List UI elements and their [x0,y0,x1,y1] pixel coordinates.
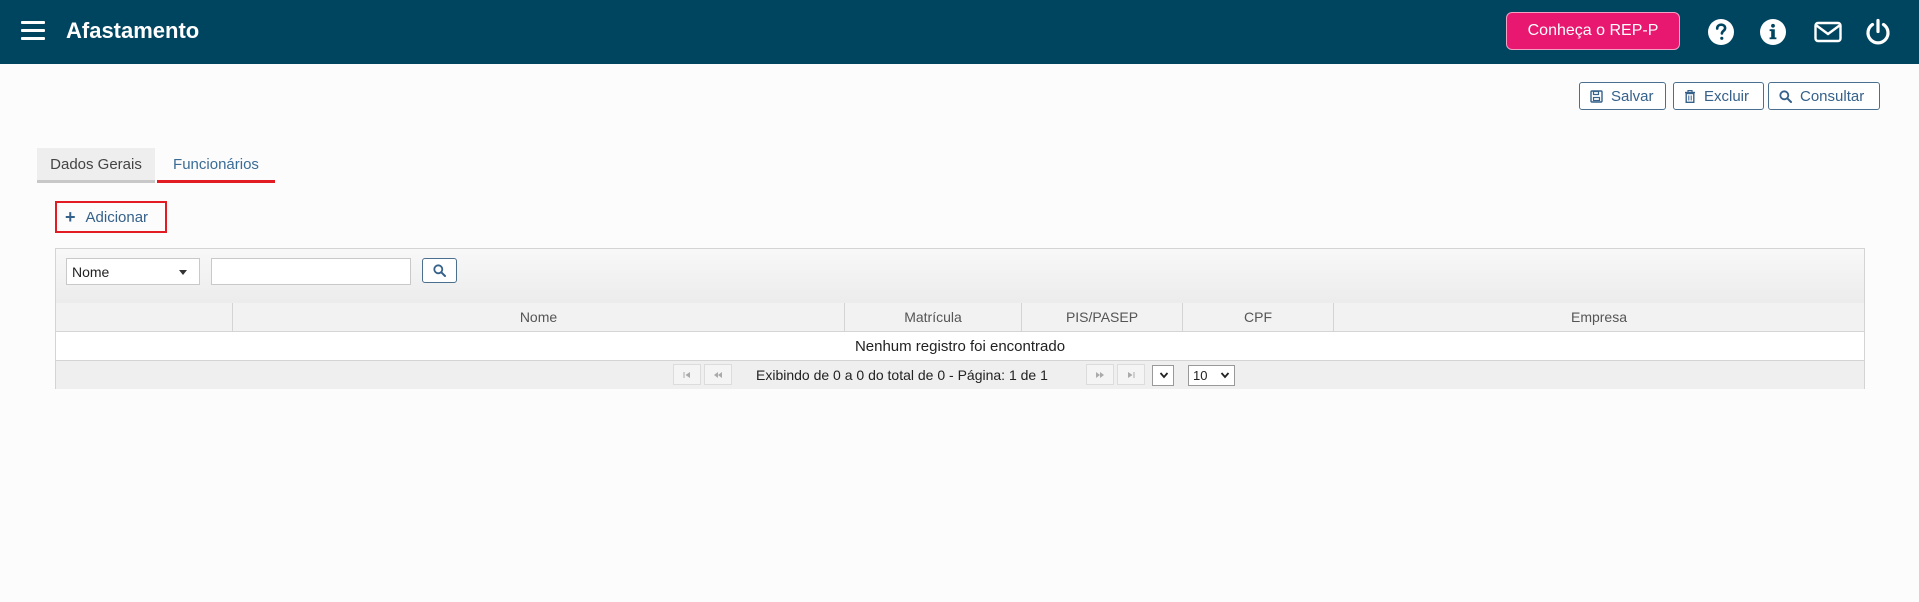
mail-icon[interactable] [1813,17,1843,47]
add-button[interactable]: + Adicionar [55,201,167,233]
column-header-select[interactable] [56,303,232,331]
query-label: Consultar [1800,87,1865,105]
filter-field-value: Nome [72,263,110,280]
first-page-button[interactable] [673,364,701,385]
delete-label: Excluir [1704,87,1750,105]
help-icon[interactable] [1706,17,1736,47]
next-page-icon [1096,371,1104,378]
filter-field-select[interactable]: Nome [66,258,200,285]
plus-icon: + [65,206,76,227]
column-header-pis-pasep[interactable]: PIS/PASEP [1021,303,1182,331]
empty-message: Nenhum registro foi encontrado [854,337,1066,355]
last-page-icon [1128,371,1135,378]
column-header-nome[interactable]: Nome [232,303,844,331]
info-icon[interactable] [1758,17,1788,47]
column-header-empresa[interactable]: Empresa [1333,303,1864,331]
chevron-down-icon [1220,372,1230,379]
next-page-button[interactable] [1086,364,1114,385]
caret-down-icon [179,270,187,275]
first-page-icon [683,371,690,378]
search-icon [1779,89,1792,103]
page-title: Afastamento [66,18,200,43]
menu-icon[interactable] [21,21,45,41]
search-icon [433,264,446,277]
paginator-summary: Exibindo de 0 a 0 do total de 0 - Página… [756,367,1048,383]
save-label: Salvar [1611,87,1654,105]
top-bar: Afastamento Conheça o REP-P [0,0,1919,64]
filter-search-button[interactable] [422,258,457,283]
delete-button[interactable]: Excluir [1673,82,1764,110]
power-icon[interactable] [1863,17,1893,47]
tab-dados-gerais[interactable]: Dados Gerais [37,148,155,183]
save-button[interactable]: Salvar [1579,82,1666,110]
prev-page-button[interactable] [704,364,732,385]
save-icon [1590,89,1603,103]
last-page-button[interactable] [1117,364,1145,385]
rep-p-button[interactable]: Conheça o REP-P [1506,12,1680,50]
filter-search-input[interactable] [211,258,411,285]
prev-page-icon [714,371,722,378]
grid-filter-bar: Nome [56,249,1864,304]
employees-grid: Nome Nome Matrícula PIS/PASEP CPF Empres… [55,248,1865,389]
rows-per-page-select[interactable]: 10 [1188,365,1235,386]
query-button[interactable]: Consultar [1768,82,1880,110]
add-label: Adicionar [85,208,149,226]
grid-header: Nome Matrícula PIS/PASEP CPF Empresa [56,303,1864,332]
column-header-matricula[interactable]: Matrícula [844,303,1021,331]
page-jump-select[interactable] [1152,365,1174,386]
rows-per-page-value: 10 [1193,368,1208,383]
chevron-down-icon [1159,372,1169,379]
tab-funcionarios[interactable]: Funcionários [157,148,275,183]
column-header-cpf[interactable]: CPF [1182,303,1333,331]
paginator: Exibindo de 0 a 0 do total de 0 - Página… [56,360,1864,389]
trash-icon [1685,89,1695,103]
